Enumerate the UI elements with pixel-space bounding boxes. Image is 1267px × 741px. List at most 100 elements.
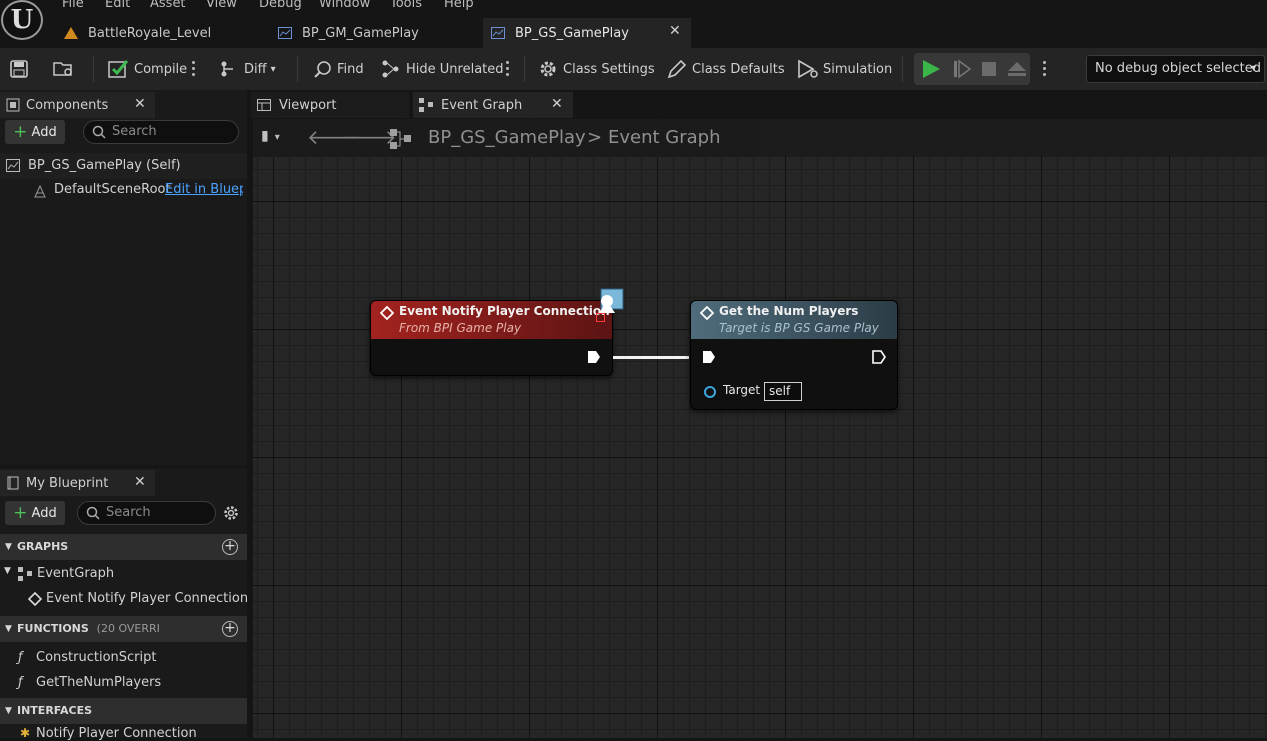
breadcrumb-blueprint[interactable]: BP_GS_GamePlay [428, 127, 586, 148]
tab-bp-gm-gameplay[interactable]: BP_GM_GamePlay [278, 18, 478, 48]
interface-item-notify[interactable]: Notify Player Connection [36, 726, 197, 741]
class-settings-button[interactable]: Class Settings [538, 58, 655, 80]
chevron-down-icon: ▾ [270, 63, 276, 75]
compile-button[interactable]: Compile [108, 58, 187, 80]
tab-my-blueprint[interactable]: My Blueprint ✕ [0, 470, 155, 496]
graph-canvas[interactable]: Event Notify Player Connection From BPI … [253, 119, 1267, 738]
menu-debug[interactable]: Debug [259, 0, 302, 11]
close-event-graph-icon[interactable]: ✕ [551, 96, 563, 112]
tab-event-graph[interactable]: Event Graph ✕ [413, 92, 573, 118]
function-item-get-the-num-players[interactable]: GetTheNumPlayers [36, 675, 161, 690]
blueprint-icon [278, 27, 292, 39]
event-icon [380, 306, 394, 320]
call-node-header: Get the Num Players Target is BP GS Game… [691, 301, 897, 339]
get-num-players-node[interactable]: Get the Num Players Target is BP GS Game… [690, 300, 898, 410]
bookmark-icon[interactable]: ▮ ▾ [261, 128, 280, 144]
graphs-section-header[interactable]: ▼ GRAPHS + [0, 534, 247, 560]
exec-out-pin[interactable] [587, 350, 601, 364]
blueprint-icon [491, 27, 505, 39]
add-function-icon[interactable]: + [222, 621, 238, 637]
menu-tools[interactable]: Tools [390, 0, 422, 11]
compile-options-icon[interactable] [192, 61, 196, 77]
toolbar-divider [524, 56, 525, 82]
functions-section-header[interactable]: ▼ FUNCTIONS (20 OVERRI + [0, 616, 247, 642]
add-graph-icon[interactable]: + [222, 539, 238, 555]
step-button[interactable] [952, 58, 972, 80]
breadcrumb-graph: Event Graph [608, 127, 721, 148]
event-graph-icon [18, 567, 32, 581]
graph-breadcrumb-bar: ▮ ▾ 🡐 🡒 BP_GS_GamePlay > Event Graph [253, 119, 1267, 157]
components-icon [6, 98, 20, 112]
menu-edit[interactable]: Edit [105, 0, 130, 11]
stop-button[interactable] [980, 58, 998, 80]
menu-bar: File Edit Asset View Debug Window Tools … [0, 0, 1267, 14]
components-panel [0, 90, 247, 465]
find-button[interactable]: Find [314, 58, 364, 80]
debug-object-select[interactable]: No debug object selected ▾ [1086, 55, 1265, 83]
eject-button[interactable] [1007, 58, 1027, 80]
document-tabs: BattleRoyale_Level BP_GM_GamePlay BP_GS_… [44, 14, 1267, 48]
components-search-input[interactable]: Search [83, 120, 239, 144]
class-defaults-button[interactable]: Class Defaults [667, 58, 785, 80]
my-blueprint-search-input[interactable]: Search [77, 501, 216, 525]
graph-item-event[interactable]: Event Notify Player Connection [46, 591, 248, 606]
add-component-button[interactable]: + Add [5, 120, 65, 144]
toolbar-divider [93, 56, 94, 82]
menu-window[interactable]: Window [319, 0, 370, 11]
play-icon [923, 60, 940, 78]
menu-help[interactable]: Help [444, 0, 474, 11]
menu-view[interactable]: View [206, 0, 237, 11]
search-icon [314, 61, 331, 78]
play-button[interactable] [921, 58, 941, 80]
exec-in-pin[interactable] [702, 350, 716, 364]
interfaces-section-header[interactable]: ▼ INTERFACES [0, 698, 247, 724]
chevron-down-icon: ▼ [5, 542, 12, 552]
tab-bp-gs-gameplay[interactable]: BP_GS_GamePlay ✕ [483, 18, 691, 48]
breadcrumb-separator: > [587, 127, 603, 148]
unreal-logo-icon[interactable]: U [1, 0, 43, 40]
function-call-icon [700, 306, 714, 320]
component-self-label: BP_GS_GamePlay (Self) [28, 158, 181, 173]
event-graph-icon [419, 98, 433, 112]
chevron-down-icon: ▾ [1250, 63, 1256, 74]
add-member-button[interactable]: + Add [5, 501, 65, 525]
close-my-blueprint-icon[interactable]: ✕ [134, 474, 146, 490]
tab-battleroyale-level[interactable]: BattleRoyale_Level [64, 18, 274, 48]
hide-unrelated-button[interactable]: Hide Unrelated [381, 58, 504, 80]
edit-in-blueprint-link[interactable]: Edit in Blueprint [165, 182, 243, 197]
close-components-icon[interactable]: ✕ [134, 96, 146, 112]
event-node[interactable]: Event Notify Player Connection From BPI … [370, 300, 613, 376]
tab-viewport[interactable]: Viewport [251, 92, 409, 118]
save-button[interactable] [10, 58, 28, 80]
target-pin[interactable] [704, 386, 716, 398]
blueprint-icon [6, 159, 20, 172]
simulation-icon [798, 59, 818, 79]
graph-item-eventgraph[interactable]: EventGraph [37, 566, 114, 581]
event-icon [28, 592, 42, 606]
compile-check-icon [108, 60, 129, 78]
close-tab-icon[interactable]: ✕ [669, 23, 681, 39]
function-item-construction-script[interactable]: ConstructionScript [36, 650, 156, 665]
simulation-button[interactable]: Simulation [797, 58, 892, 80]
menu-asset[interactable]: Asset [150, 0, 186, 11]
browse-icon [53, 62, 72, 76]
diff-icon [221, 61, 233, 77]
tab-components[interactable]: Components ✕ [0, 92, 155, 118]
forward-arrow-icon[interactable]: 🡒 [343, 125, 397, 149]
menu-file[interactable]: File [62, 0, 84, 11]
diff-button[interactable]: Diff ▾ [220, 58, 276, 80]
hide-unrelated-icon [382, 60, 399, 78]
exec-wire [613, 356, 689, 359]
plus-icon: + [13, 503, 28, 523]
gear-icon[interactable] [222, 504, 240, 522]
toolbar: Compile Diff ▾ Find Hide Unrelated Class… [0, 48, 1267, 90]
target-value-input[interactable]: self [764, 382, 802, 401]
component-root-label[interactable]: DefaultSceneRoot [54, 182, 171, 197]
level-icon [64, 27, 78, 39]
play-options-icon[interactable] [1043, 61, 1047, 77]
hide-unrelated-options-icon[interactable] [506, 61, 510, 77]
search-icon [86, 506, 100, 520]
exec-out-pin[interactable] [872, 350, 886, 364]
browse-button[interactable] [53, 58, 75, 80]
stop-icon [982, 62, 996, 76]
